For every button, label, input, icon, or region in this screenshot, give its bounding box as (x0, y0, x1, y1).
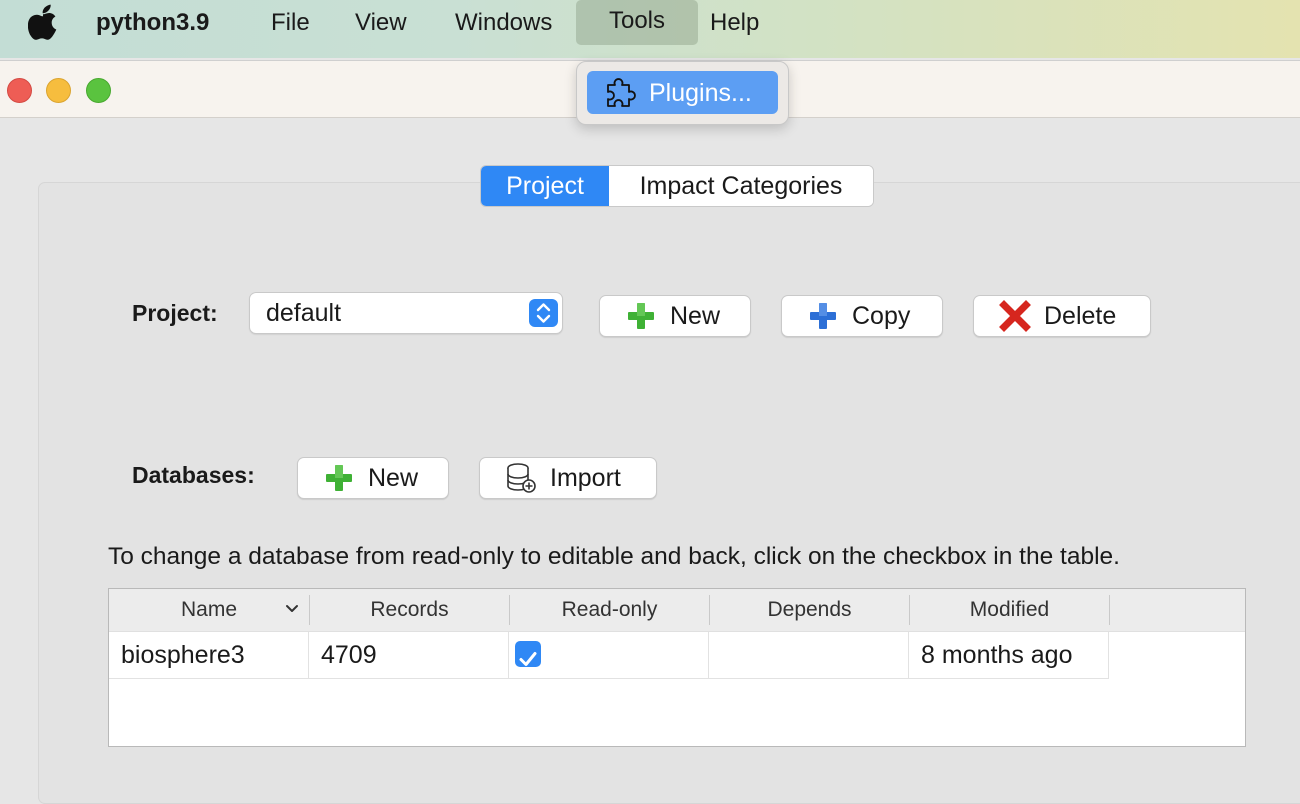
new-project-label: New (670, 302, 721, 330)
window-close-button[interactable] (7, 78, 32, 103)
menu-bar: python3.9 File View Windows Tools Help (0, 0, 1300, 58)
read-only-checkbox[interactable] (515, 641, 541, 667)
import-database-label: Import (550, 464, 621, 492)
plus-green-icon (628, 303, 654, 329)
menu-file[interactable]: File (271, 8, 310, 38)
table-header: Name Records Read-only Depends Modified (109, 589, 1245, 632)
plus-blue-icon (810, 303, 836, 329)
column-header-depends[interactable]: Depends (710, 589, 909, 631)
select-stepper-icon (529, 299, 558, 327)
copy-project-label: Copy (852, 302, 911, 330)
menu-app-name[interactable]: python3.9 (96, 8, 209, 38)
menu-item-plugins[interactable]: Plugins... (587, 71, 778, 114)
tab-bar: Project Impact Categories (480, 165, 874, 207)
cell-depends[interactable] (709, 632, 909, 678)
cell-name-text: biosphere3 (121, 641, 245, 669)
delete-project-label: Delete (1044, 302, 1117, 330)
menu-view[interactable]: View (355, 8, 407, 38)
copy-project-button[interactable]: Copy (781, 295, 943, 337)
cell-modified-text: 8 months ago (921, 641, 1073, 669)
plus-green-icon (326, 465, 352, 491)
project-select[interactable]: default (249, 292, 563, 334)
menu-tools[interactable]: Tools (576, 0, 698, 45)
cell-records-text: 4709 (321, 641, 377, 669)
tools-dropdown-menu: Plugins... (576, 61, 789, 125)
database-hint-text: To change a database from read-only to e… (108, 543, 1120, 570)
menu-item-plugins-label: Plugins... (649, 79, 752, 107)
new-project-button[interactable]: New (599, 295, 751, 337)
checkmark-icon (519, 652, 537, 666)
cell-modified[interactable]: 8 months ago (909, 632, 1109, 678)
delete-project-button[interactable]: Delete (973, 295, 1151, 337)
column-separator[interactable] (1109, 595, 1110, 625)
puzzle-icon (607, 78, 636, 107)
new-database-label: New (368, 464, 419, 492)
chevron-down-icon (286, 605, 298, 612)
tab-project[interactable]: Project (481, 166, 609, 206)
delete-x-icon (999, 300, 1031, 332)
menu-help[interactable]: Help (710, 8, 759, 38)
column-header-name-label: Name (180, 598, 238, 621)
menu-windows[interactable]: Windows (455, 8, 552, 38)
column-header-records[interactable]: Records (310, 589, 509, 631)
apple-logo-icon[interactable] (28, 4, 58, 44)
tab-impact-categories[interactable]: Impact Categories (609, 166, 873, 206)
databases-label: Databases: (132, 462, 255, 488)
import-database-button[interactable]: Import (479, 457, 657, 499)
table-row[interactable]: biosphere3 4709 8 months ago (109, 632, 1109, 679)
new-database-button[interactable]: New (297, 457, 449, 499)
cell-records[interactable]: 4709 (309, 632, 509, 678)
cell-name[interactable]: biosphere3 (109, 632, 309, 678)
database-import-icon (507, 463, 536, 493)
window-maximize-button[interactable] (86, 78, 111, 103)
project-select-value: default (266, 299, 342, 327)
column-header-read-only[interactable]: Read-only (510, 589, 709, 631)
databases-table: Name Records Read-only Depends Modified … (108, 588, 1246, 747)
cell-read-only (509, 632, 709, 678)
window-minimize-button[interactable] (46, 78, 71, 103)
column-header-modified[interactable]: Modified (910, 589, 1109, 631)
project-label: Project: (132, 300, 218, 326)
cell-depends-text (709, 641, 721, 669)
column-header-name[interactable]: Name (109, 589, 309, 631)
